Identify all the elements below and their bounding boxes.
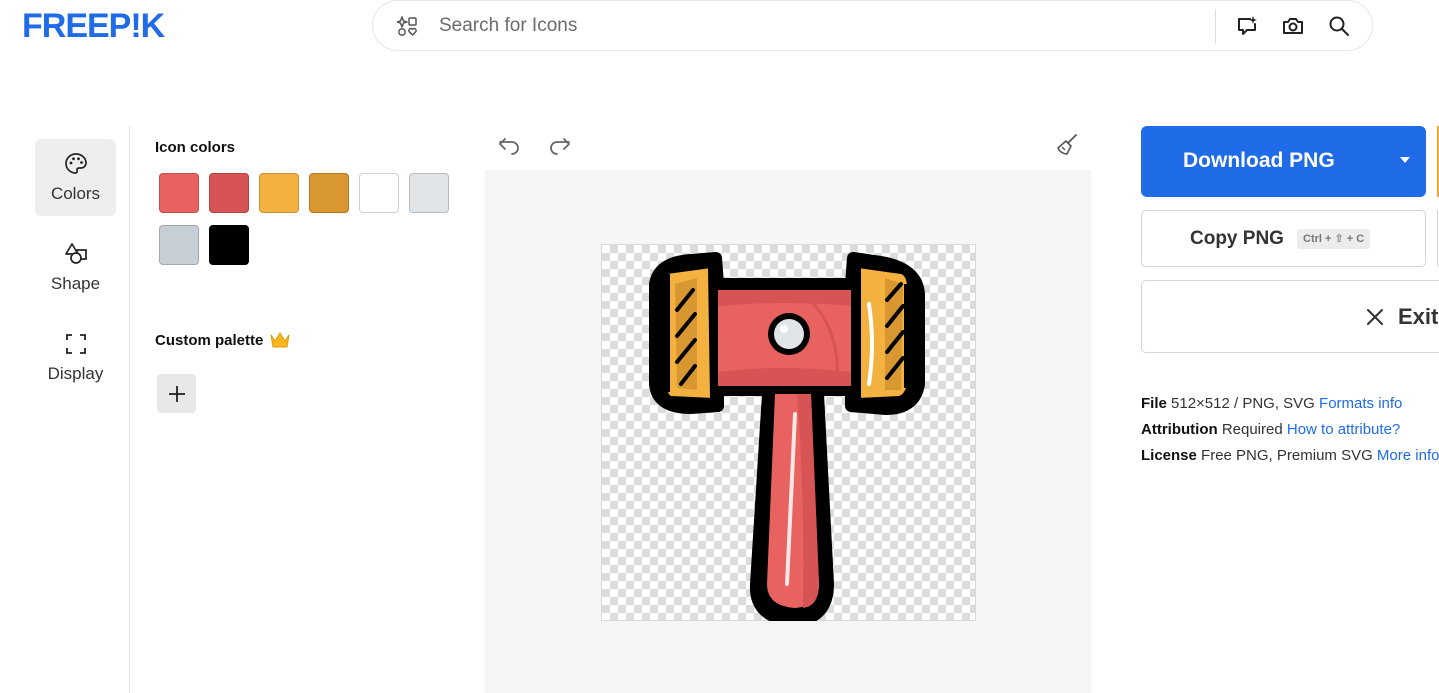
exit-editor-button[interactable]: Exit <box>1141 280 1439 353</box>
search-input[interactable] <box>439 12 1199 40</box>
attribution-info-row: Attribution Required How to attribute? <box>1141 421 1400 438</box>
rail-label-colors: Colors <box>50 183 101 203</box>
custom-palette-title: Custom palette <box>155 332 264 349</box>
plus-icon <box>168 385 185 402</box>
broom-icon[interactable] <box>1055 133 1079 157</box>
palette-icon <box>64 152 87 174</box>
download-label: Download PNG <box>1183 149 1335 172</box>
rail-item-shape[interactable]: Shape <box>35 229 116 306</box>
download-options-caret-icon[interactable] <box>1400 157 1410 163</box>
search-divider <box>1215 9 1216 44</box>
rail-label-shape: Shape <box>50 273 101 293</box>
crown-icon <box>270 332 290 348</box>
shapes-icon <box>64 242 87 264</box>
ai-sparkle-icon <box>1238 16 1257 35</box>
download-png-button[interactable]: Download PNG <box>1141 126 1426 197</box>
exit-label: Exit <box>1398 304 1439 329</box>
copy-label: Copy PNG <box>1190 228 1284 249</box>
frame-corners-icon <box>65 333 86 354</box>
color-swatch[interactable] <box>159 173 199 213</box>
formats-info-link[interactable]: Formats info <box>1319 395 1402 412</box>
search-icon <box>1329 16 1349 36</box>
color-swatch[interactable] <box>259 173 299 213</box>
image-search-button[interactable] <box>1281 14 1305 38</box>
color-swatch[interactable] <box>309 173 349 213</box>
search-submit-button[interactable] <box>1327 14 1351 38</box>
license-info-row: License Free PNG, Premium SVG More info <box>1141 447 1439 464</box>
rail-item-display[interactable]: Display <box>35 319 116 396</box>
icon-colors-title: Icon colors <box>155 139 236 156</box>
color-swatch[interactable] <box>209 173 249 213</box>
rail-divider <box>129 126 130 693</box>
redo-icon[interactable] <box>548 133 572 157</box>
attribution-value: Required <box>1221 421 1283 438</box>
how-to-attribute-link[interactable]: How to attribute? <box>1287 421 1400 438</box>
color-swatch[interactable] <box>159 225 199 265</box>
close-icon <box>1367 309 1383 325</box>
camera-icon <box>1283 18 1303 34</box>
gavel-icon <box>649 252 925 621</box>
color-swatch[interactable] <box>359 173 399 213</box>
add-custom-color-button[interactable] <box>157 374 196 413</box>
rail-label-display: Display <box>47 363 104 383</box>
copy-png-button[interactable]: Copy PNG Ctrl + ⇧ + C <box>1141 210 1426 267</box>
ai-search-button[interactable] <box>1235 14 1259 38</box>
freepik-logo[interactable]: FREEP!K <box>22 8 192 42</box>
rail-item-colors[interactable]: Colors <box>35 139 116 216</box>
license-key: License <box>1141 447 1197 464</box>
file-info-row: File 512×512 / PNG, SVG Formats info <box>1141 395 1402 412</box>
file-key: File <box>1141 395 1167 412</box>
more-info-link[interactable]: More info <box>1377 447 1439 464</box>
icon-type-selector-icon[interactable] <box>397 15 419 37</box>
file-value: 512×512 / PNG, SVG <box>1171 395 1315 412</box>
svg-text:FREEP!K: FREEP!K <box>22 8 166 42</box>
search-bar <box>372 0 1373 51</box>
attribution-key: Attribution <box>1141 421 1218 438</box>
copy-shortcut-badge: Ctrl + ⇧ + C <box>1297 229 1371 249</box>
undo-icon[interactable] <box>497 133 521 157</box>
color-swatch[interactable] <box>209 225 249 265</box>
license-value: Free PNG, Premium SVG <box>1201 447 1373 464</box>
color-swatch[interactable] <box>409 173 449 213</box>
